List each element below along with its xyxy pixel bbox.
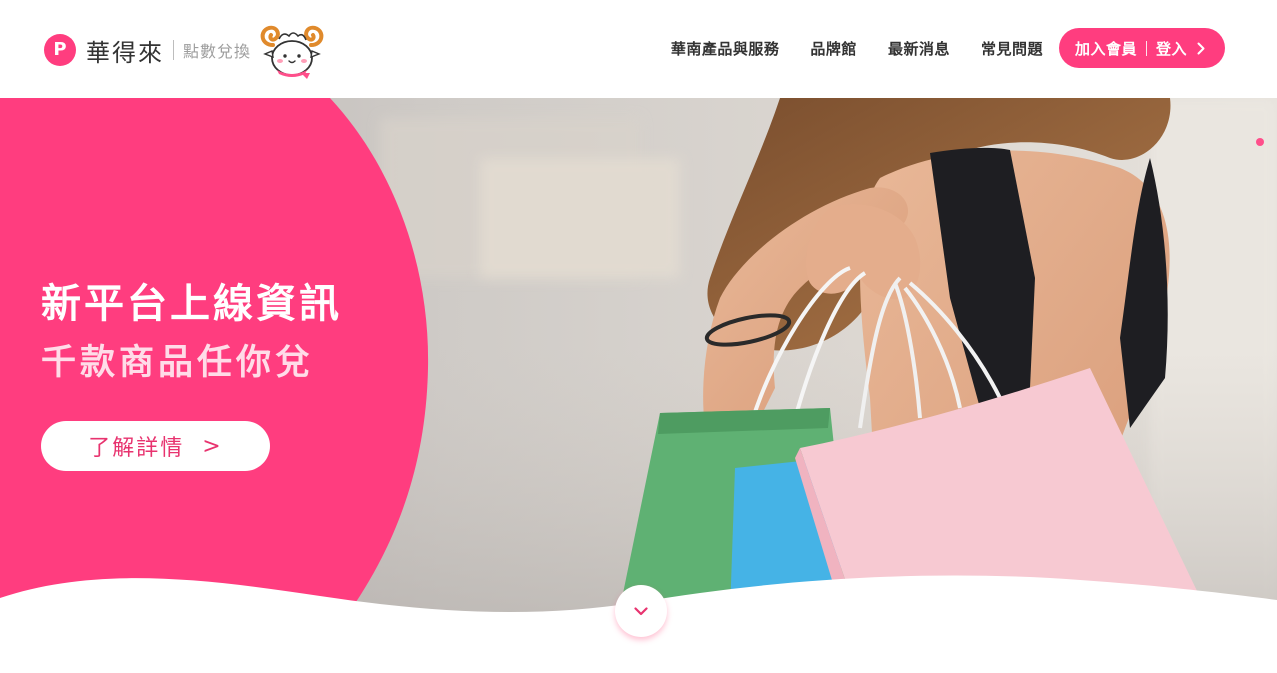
- chevron-down-icon: [634, 606, 648, 615]
- main-nav: 華南產品與服務 品牌館 最新消息 常見問題 加入會員 登入: [671, 28, 1225, 68]
- hero-subtitle: 千款商品任你兌: [41, 343, 315, 383]
- member-divider: [1145, 40, 1147, 56]
- scroll-down-button[interactable]: [615, 585, 667, 637]
- site-logo[interactable]: P 華得來 點數兌換: [44, 20, 327, 80]
- site-header: P 華得來 點數兌換 華南產品與服務 品牌館 最新消息 常見問題 加入會員 登入: [0, 0, 1277, 98]
- brand-name: 華得來: [86, 38, 164, 67]
- nav-item-faq[interactable]: 常見問題: [981, 38, 1043, 59]
- nav-item-brands[interactable]: 品牌館: [810, 38, 857, 59]
- logo-divider: [173, 40, 174, 60]
- learn-more-label: 了解詳情: [88, 436, 185, 461]
- hero-banner: 新平台上線資訊 千款商品任你兌 了解詳情 >: [0, 98, 1277, 673]
- ram-mascot-icon: [260, 25, 324, 79]
- hero-title: 新平台上線資訊: [41, 281, 342, 327]
- nav-item-news[interactable]: 最新消息: [888, 38, 950, 59]
- login-label[interactable]: 登入: [1156, 38, 1187, 59]
- member-login-button[interactable]: 加入會員 登入: [1058, 28, 1225, 68]
- nav-item-products-services[interactable]: 華南產品與服務: [671, 38, 780, 59]
- points-logo-icon: P: [44, 34, 76, 66]
- carousel-dot[interactable]: [1256, 138, 1264, 146]
- logo-letter: P: [53, 39, 67, 60]
- join-member-label[interactable]: 加入會員: [1075, 38, 1137, 59]
- hero-text-block: 新平台上線資訊 千款商品任你兌: [41, 276, 342, 388]
- learn-more-arrow: >: [202, 433, 223, 459]
- learn-more-button[interactable]: 了解詳情 >: [41, 421, 270, 471]
- chevron-right-icon: [1197, 42, 1205, 54]
- brand-subtitle: 點數兌換: [183, 42, 252, 61]
